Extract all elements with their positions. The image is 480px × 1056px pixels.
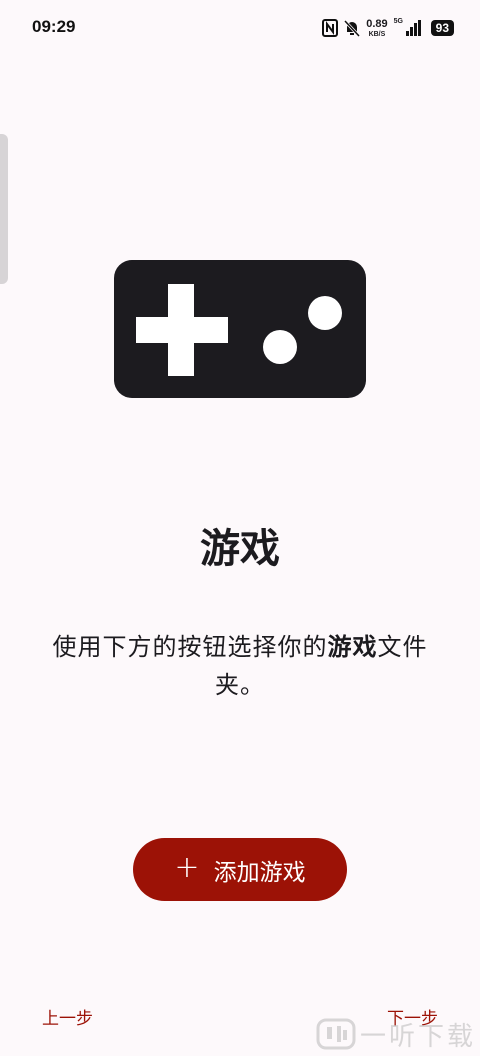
nfc-icon — [322, 19, 339, 37]
status-time: 09:29 — [32, 17, 76, 36]
page-title: 游戏 — [200, 526, 280, 572]
gamepad-icon — [114, 260, 366, 398]
signal-icon: 5G — [393, 18, 421, 36]
battery-icon: 93 — [430, 20, 454, 36]
description-highlight: 游戏 — [327, 633, 378, 661]
add-game-button[interactable]: + 添加游戏 — [133, 838, 347, 901]
edge-panel-handle[interactable] — [0, 134, 8, 284]
status-icons: 0.89 KB/S 5G 93 — [322, 16, 454, 40]
watermark-text: 一听下载 — [359, 1021, 476, 1052]
description: 使用下方的按钮选择你的游戏文件夹。 — [36, 628, 444, 704]
net-speed-unit: KB/S — [368, 30, 386, 38]
plus-icon: + — [174, 850, 200, 885]
add-game-label: 添加游戏 — [213, 859, 306, 886]
previous-button[interactable]: 上一步 — [36, 1000, 99, 1033]
watermark: 一听下载 — [316, 1014, 476, 1054]
network-type: 5G — [393, 18, 403, 25]
bell-muted-icon — [344, 19, 361, 37]
net-speed: 0.89 KB/S — [366, 17, 388, 38]
status-bar: 09:29 0.89 KB/S 5G 93 — [0, 0, 480, 56]
net-speed-value: 0.89 — [366, 17, 388, 30]
watermark-logo-icon — [316, 1018, 356, 1050]
description-text: 使用下方的按钮选择你的 — [52, 633, 328, 661]
